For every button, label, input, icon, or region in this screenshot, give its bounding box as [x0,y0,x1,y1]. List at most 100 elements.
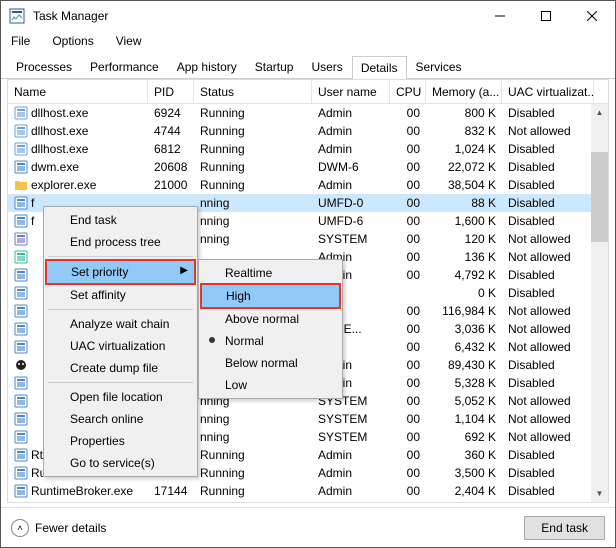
cell-cpu: 00 [390,428,426,446]
cell-mem: 1,024 K [426,140,502,158]
col-uac[interactable]: UAC virtualizat... [502,80,594,103]
table-row[interactable]: RuntimeBroker.exe17144RunningAdmin002,40… [8,482,608,500]
cell-user: Admin [312,482,390,500]
cell-uac: Disabled [502,212,594,230]
ctx-set-priority[interactable]: Set priority▶ [47,261,194,283]
end-task-button[interactable]: End task [524,516,605,540]
col-name[interactable]: Name [8,80,148,103]
table-row[interactable]: dwm.exe20608RunningDWM-60022,072 KDisabl… [8,158,608,176]
cell-pid: 6812 [148,140,194,158]
cell-name: RuntimeBroker.exe [31,484,133,498]
table-row[interactable]: dllhost.exe6812RunningAdmin001,024 KDisa… [8,140,608,158]
menu-view[interactable]: View [112,32,146,50]
cell-uac: Not allowed [502,320,594,338]
table-row[interactable]: RuntimeBroker.exe5804RunningAdmin00804 K… [8,500,608,503]
cell-mem: 22,072 K [426,158,502,176]
cell-user: SYSTEM [312,428,390,446]
col-pid[interactable]: PID [148,80,194,103]
ctx-end-tree[interactable]: End process tree [46,231,195,253]
ctx-open-location[interactable]: Open file location [46,386,195,408]
cell-cpu: 00 [390,104,426,122]
col-user[interactable]: User name [312,80,390,103]
fewer-details-label: Fewer details [35,521,106,535]
table-row[interactable]: explorer.exe21000RunningAdmin0038,504 KD… [8,176,608,194]
cell-uac: Not allowed [502,302,594,320]
cell-status: nning [194,212,312,230]
menu-file[interactable]: File [7,32,34,50]
cell-uac: Not allowed [502,410,594,428]
tab-processes[interactable]: Processes [7,55,81,78]
cell-uac: Disabled [502,176,594,194]
ctx-properties[interactable]: Properties [46,430,195,452]
minimize-button[interactable] [477,1,523,31]
ctx-end-task[interactable]: End task [46,209,195,231]
cell-status: Running [194,140,312,158]
cell-uac: Not allowed [502,230,594,248]
col-cpu[interactable]: CPU [390,80,426,103]
cell-uac: Not allowed [502,122,594,140]
cell-cpu: 00 [390,338,426,356]
cell-user: Admin [312,176,390,194]
col-mem[interactable]: Memory (a... [426,80,502,103]
tab-performance[interactable]: Performance [81,55,168,78]
cell-name: RuntimeBroker.exe [31,502,133,503]
cell-name: explorer.exe [31,178,96,192]
priority-below-normal[interactable]: Below normal [201,352,340,374]
cell-uac: Disabled [502,356,594,374]
process-icon [14,448,28,462]
tab-users[interactable]: Users [302,55,351,78]
ctx-goto-services[interactable]: Go to service(s) [46,452,195,474]
cell-user: Admin [312,500,390,503]
maximize-button[interactable] [523,1,569,31]
cell-cpu [390,291,426,295]
fewer-details-button[interactable]: ˄ Fewer details [11,519,524,537]
process-icon [14,160,28,174]
table-row[interactable]: dllhost.exe4744RunningAdmin00832 KNot al… [8,122,608,140]
tab-apphistory[interactable]: App history [168,55,246,78]
scroll-down-icon[interactable]: ▼ [591,485,608,502]
cell-status: Running [194,104,312,122]
cell-cpu: 00 [390,410,426,428]
cell-uac: Not allowed [502,392,594,410]
scroll-thumb[interactable] [591,152,608,242]
table-row[interactable]: dllhost.exe6924RunningAdmin00800 KDisabl… [8,104,608,122]
close-button[interactable] [569,1,615,31]
process-icon [14,430,28,444]
cell-status: Running [194,464,312,482]
cell-mem: 4,792 K [426,266,502,284]
cell-uac: Not allowed [502,338,594,356]
scroll-up-icon[interactable]: ▲ [591,104,608,121]
ctx-dump[interactable]: Create dump file [46,357,195,379]
cell-uac: Disabled [502,266,594,284]
ctx-analyze[interactable]: Analyze wait chain [46,313,195,335]
cell-cpu: 00 [390,320,426,338]
priority-above-normal[interactable]: Above normal [201,308,340,330]
tab-startup[interactable]: Startup [246,55,303,78]
priority-high[interactable]: High [202,285,339,307]
menu-options[interactable]: Options [48,32,97,50]
process-icon [14,322,28,336]
cell-status: nning [194,194,312,212]
priority-normal[interactable]: Normal [201,330,340,352]
tab-services[interactable]: Services [407,55,471,78]
cell-status: Running [194,482,312,500]
vertical-scrollbar[interactable]: ▲ ▼ [591,104,608,502]
process-icon [14,466,28,480]
cell-user: Admin [312,140,390,158]
cell-mem: 1,104 K [426,410,502,428]
process-icon [14,340,28,354]
ctx-uac-virt[interactable]: UAC virtualization [46,335,195,357]
process-icon [14,376,28,390]
tab-details[interactable]: Details [352,56,407,79]
cell-uac: Disabled [502,464,594,482]
cell-cpu: 00 [390,392,426,410]
col-status[interactable]: Status [194,80,312,103]
process-icon [14,502,28,503]
priority-realtime[interactable]: Realtime [201,262,340,284]
cell-status: Running [194,122,312,140]
cell-cpu: 00 [390,158,426,176]
priority-low[interactable]: Low [201,374,340,396]
cell-user: DWM-6 [312,158,390,176]
ctx-set-affinity[interactable]: Set affinity [46,284,195,306]
ctx-search-online[interactable]: Search online [46,408,195,430]
